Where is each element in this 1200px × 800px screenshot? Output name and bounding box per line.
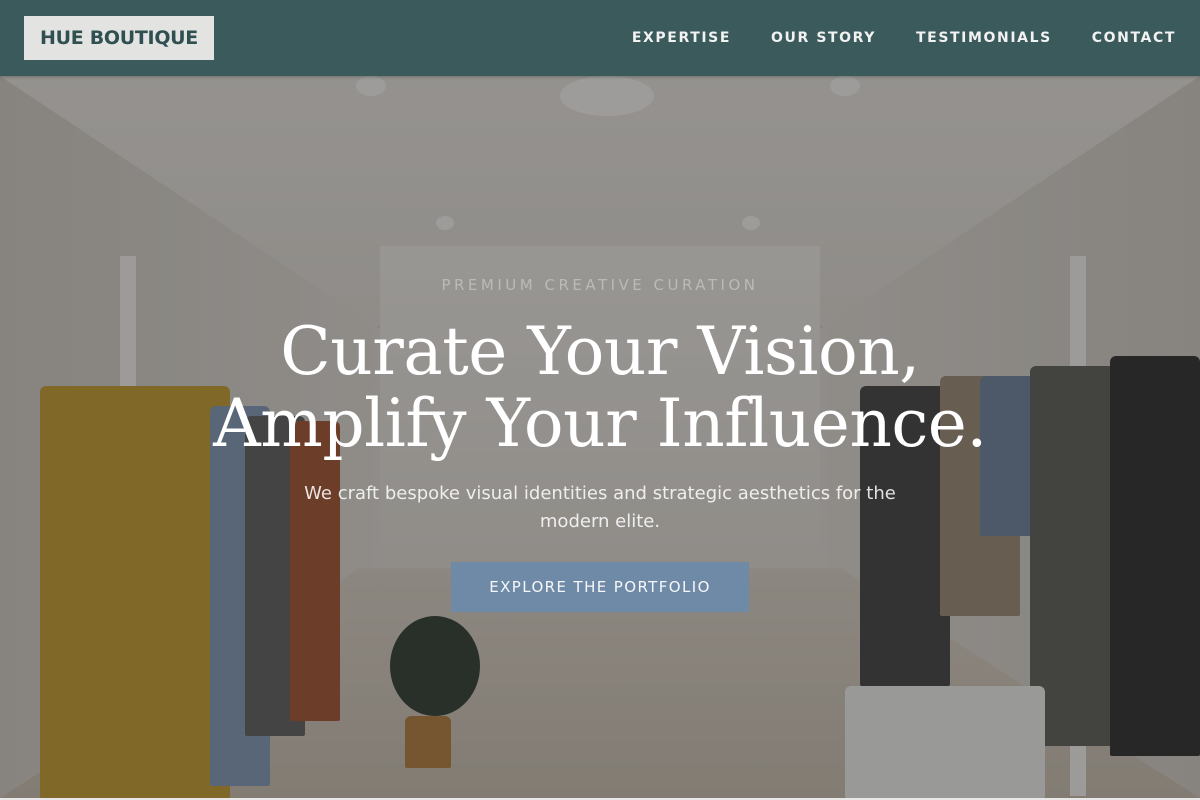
hero-eyebrow: PREMIUM CREATIVE CURATION: [441, 276, 759, 294]
nav-link-expertise[interactable]: EXPERTISE: [632, 30, 731, 46]
logo[interactable]: HUE BOUTIQUE: [24, 16, 214, 60]
nav-link-testimonials[interactable]: TESTIMONIALS: [916, 30, 1052, 46]
headline-line-1: Curate Your Vision,: [280, 313, 920, 390]
hero-subline: We craft bespoke visual identities and s…: [304, 483, 896, 532]
hero-headline: Curate Your Vision, Amplify Your Influen…: [213, 316, 987, 460]
nav-link-contact[interactable]: CONTACT: [1092, 30, 1176, 46]
main-nav: EXPERTISE OUR STORY TESTIMONIALS CONTACT: [632, 30, 1176, 46]
hero-content: PREMIUM CREATIVE CURATION Curate Your Vi…: [0, 76, 1200, 798]
site-header: HUE BOUTIQUE EXPERTISE OUR STORY TESTIMO…: [0, 0, 1200, 76]
explore-portfolio-button[interactable]: EXPLORE THE PORTFOLIO: [451, 562, 749, 612]
headline-line-2: Amplify Your Influence.: [213, 385, 987, 462]
nav-link-our-story[interactable]: OUR STORY: [771, 30, 876, 46]
